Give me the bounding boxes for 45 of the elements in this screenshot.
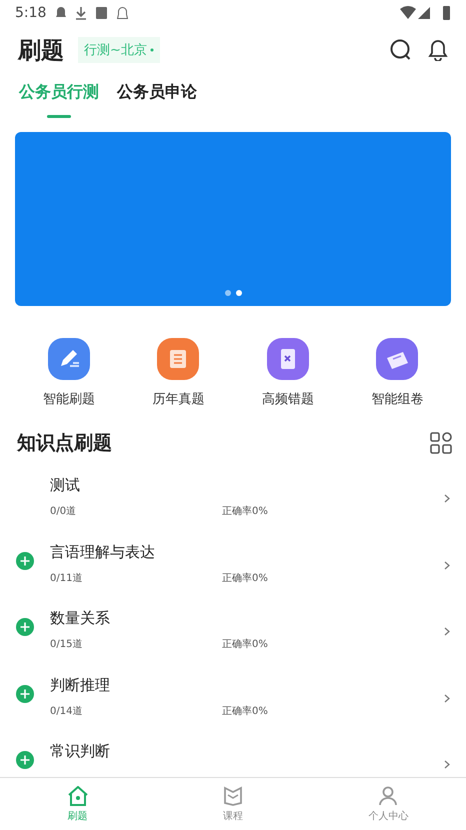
grid-icon[interactable] [430, 432, 452, 454]
accuracy-rate: 正确率0% [222, 704, 268, 718]
nav-tab[interactable]: 个人中心 [310, 778, 466, 830]
question-count: 0/15道 [50, 638, 84, 651]
chevron-icon[interactable] [444, 694, 450, 702]
chevron-icon[interactable] [444, 494, 450, 503]
dropdown-dot-icon [150, 48, 154, 52]
topic-name[interactable]: 测试 [50, 476, 444, 504]
topic-name[interactable]: 言语理解与表达 [50, 542, 444, 570]
question-count: 0/11道 [50, 572, 84, 584]
shortcut-label[interactable]: 高频错题 [262, 390, 314, 408]
section-title: 知识点刷题 [17, 431, 112, 456]
book-icon[interactable] [266, 338, 309, 380]
expand-icon[interactable] [16, 618, 34, 636]
person-icon [378, 786, 398, 806]
search-icon[interactable] [390, 39, 412, 61]
nav-tab[interactable]: 课程 [155, 778, 311, 830]
expand-icon[interactable] [16, 751, 34, 769]
download-icon [76, 6, 86, 20]
chevron-icon[interactable] [444, 760, 450, 769]
expand-icon[interactable] [16, 684, 34, 702]
course-icon [222, 786, 243, 806]
accuracy-rate: 正确率0% [222, 572, 268, 584]
topic-name[interactable]: 判断推理 [50, 676, 444, 704]
expand-icon[interactable] [16, 552, 34, 570]
page-title: 刷题 [18, 36, 64, 66]
question-count: 0/0道 [50, 505, 78, 518]
shortcut-label[interactable]: 智能刷题 [42, 390, 95, 408]
question-count: 0/14道 [50, 704, 84, 718]
home-icon [66, 786, 89, 806]
tab[interactable]: 公务员申论 [117, 74, 197, 118]
topic-name[interactable]: 常识判断 [50, 742, 444, 770]
bell-icon[interactable] [428, 39, 448, 61]
pencil-icon[interactable] [48, 338, 90, 380]
topic-name[interactable]: 数量关系 [50, 609, 444, 637]
system-status-icons [400, 6, 452, 20]
shortcut-label[interactable]: 历年真题 [152, 390, 204, 408]
status-time: 5:18 [15, 5, 46, 21]
chevron-icon[interactable] [444, 560, 450, 570]
paper-icon[interactable] [376, 338, 418, 380]
accuracy-rate: 正确率0% [222, 638, 268, 651]
scroll-icon[interactable] [157, 338, 200, 380]
chevron-icon[interactable] [444, 627, 450, 636]
accuracy-rate: 正确率0% [222, 504, 268, 518]
shortcut-label[interactable]: 智能组卷 [371, 390, 424, 408]
